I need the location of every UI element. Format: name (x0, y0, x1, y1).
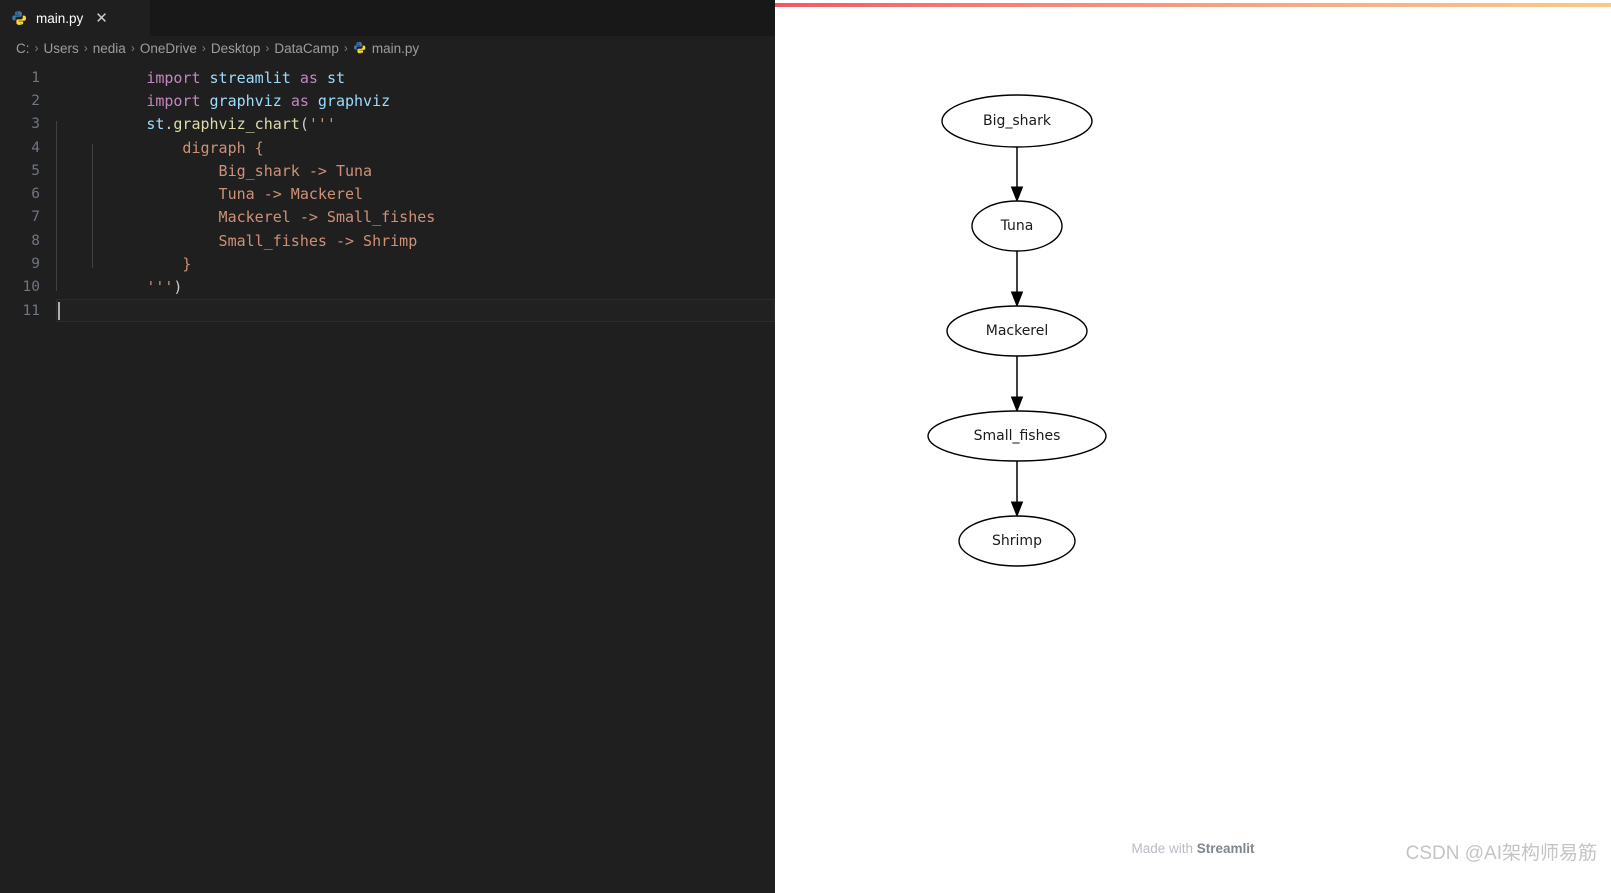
editor-tab-bar: main.py ✕ (0, 0, 775, 36)
chevron-right-icon: › (34, 41, 39, 55)
current-line-highlight (56, 299, 775, 322)
footer-streamlit-link[interactable]: Streamlit (1197, 841, 1255, 856)
graphviz-chart: Big_shark Tuna Mackerel Small_fishes Shr… (927, 94, 1107, 567)
line-number: 7 (31, 209, 40, 226)
close-icon[interactable]: ✕ (95, 11, 108, 26)
token-paren: ) (173, 278, 183, 297)
token-string: ''' (146, 278, 174, 297)
edge-small_fishes-shrimp (1010, 461, 1024, 518)
text-caret (58, 302, 60, 320)
editor-tab-label: main.py (36, 10, 84, 26)
code-line-10: 10 ''') (0, 276, 775, 299)
csdn-watermark: CSDN @AI架构师易筋 (1405, 843, 1597, 864)
code-content[interactable]: 1 import streamlit as st 2 import graphv… (0, 66, 775, 322)
token-string: ''' (308, 115, 336, 134)
graph-node-big_shark[interactable]: Big_shark (941, 94, 1093, 148)
code-editor-panel: main.py ✕ C: › Users › nedia › OneDrive … (0, 0, 775, 893)
graph-node-label: Tuna (1000, 218, 1034, 234)
edge-big_shark-tuna (1010, 147, 1024, 203)
line-number: 9 (31, 256, 40, 273)
streamlit-top-gradient-bar (775, 3, 1611, 7)
line-number: 2 (31, 92, 40, 109)
line-number: 4 (31, 139, 40, 156)
breadcrumb-item-0[interactable]: C: (16, 41, 30, 56)
graph-node-small_fishes[interactable]: Small_fishes (927, 410, 1107, 462)
breadcrumb-file-label: main.py (371, 40, 420, 56)
line-number: 6 (31, 186, 40, 203)
graph-node-label: Small_fishes (974, 428, 1061, 444)
editor-tab-main-py[interactable]: main.py ✕ (0, 0, 150, 36)
line-number: 8 (31, 232, 40, 249)
line-number: 1 (31, 69, 40, 86)
graph-node-mackerel[interactable]: Mackerel (946, 305, 1088, 357)
line-number: 3 (31, 116, 40, 133)
edge-mackerel-small_fishes (1010, 356, 1024, 413)
footer-made-with-label: Made with (1131, 841, 1197, 856)
python-icon (353, 41, 367, 55)
breadcrumb-item-file[interactable]: main.py (353, 41, 419, 56)
graph-node-label: Mackerel (986, 323, 1049, 339)
streamlit-app-panel: Big_shark Tuna Mackerel Small_fishes Shr… (775, 0, 1611, 893)
graph-node-label: Big_shark (983, 113, 1052, 129)
edge-tuna-mackerel (1010, 251, 1024, 308)
graph-node-label: Shrimp (992, 533, 1042, 549)
screenshot-root: main.py ✕ C: › Users › nedia › OneDrive … (0, 0, 1611, 893)
line-number: 11 (22, 302, 40, 319)
token-paren: ( (299, 115, 309, 134)
python-icon (11, 10, 28, 27)
graph-node-tuna[interactable]: Tuna (971, 200, 1063, 252)
line-number: 10 (22, 279, 40, 296)
graph-node-shrimp[interactable]: Shrimp (958, 515, 1076, 567)
line-number: 5 (31, 162, 40, 179)
